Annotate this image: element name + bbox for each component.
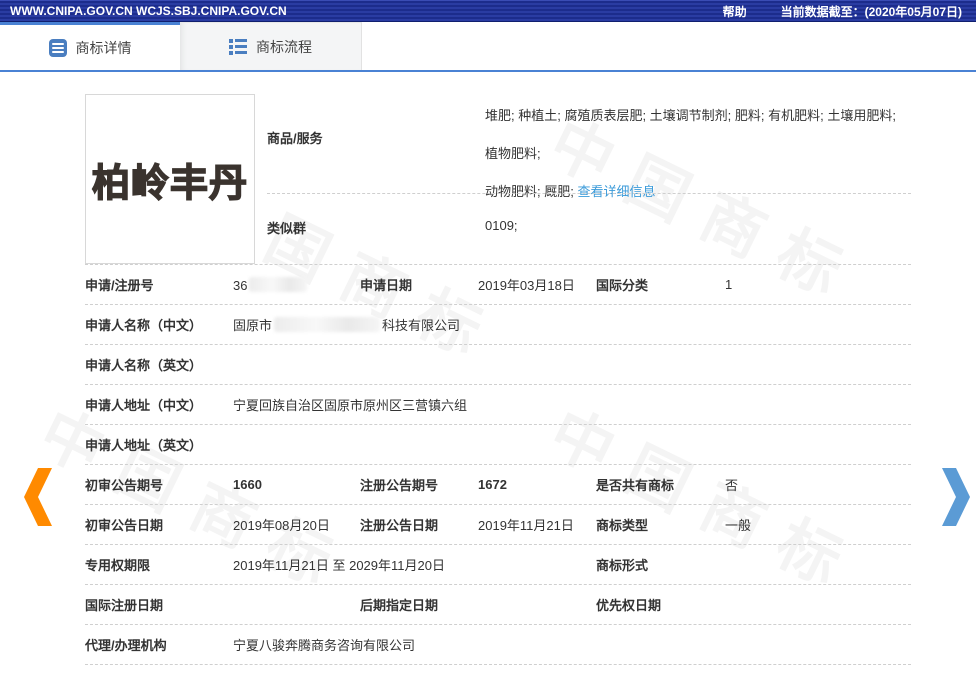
app-date-value: 2019年03月18日 bbox=[478, 278, 575, 293]
process-list-icon bbox=[229, 38, 247, 56]
table-row: 申请人名称（中文） 固原市 科技有限公司 bbox=[85, 305, 911, 345]
applicant-en-label: 申请人名称（英文） bbox=[85, 358, 203, 373]
addr-en-label: 申请人地址（英文） bbox=[85, 438, 203, 453]
applicant-cn-prefix: 固原市 bbox=[233, 318, 273, 333]
similar-group-label: 类似群 bbox=[267, 221, 307, 236]
init-gazette-date-value: 2019年08月20日 bbox=[233, 518, 330, 533]
goods-services-label: 商品/服务 bbox=[267, 131, 323, 146]
table-row: 申请人地址（英文） bbox=[85, 425, 911, 465]
applicant-cn-suffix: 科技有限公司 bbox=[382, 318, 461, 333]
reg-gazette-no-value: 1672 bbox=[478, 477, 507, 492]
detail-sheet: 柏岭丰丹 商品/服务 堆肥; 种植土; 腐殖质表层肥; 土壤调节制剂; 肥料; … bbox=[85, 72, 911, 665]
goods-services-value: 堆肥; 种植土; 腐殖质表层肥; 土壤调节制剂; 肥料; 有机肥料; 土壤用肥料… bbox=[485, 94, 911, 199]
addr-cn-label: 申请人地址（中文） bbox=[85, 398, 203, 413]
mark-type-label: 商标类型 bbox=[596, 518, 649, 533]
init-gazette-no-value: 1660 bbox=[233, 477, 262, 492]
table-row: 申请人地址（中文） 宁夏回族自治区固原市原州区三营镇六组 bbox=[85, 385, 911, 425]
next-record-arrow[interactable] bbox=[942, 468, 970, 526]
priority-date-label: 优先权日期 bbox=[596, 598, 662, 613]
intl-reg-date-label: 国际注册日期 bbox=[85, 598, 164, 613]
intl-class-label: 国际分类 bbox=[596, 278, 649, 293]
tab-bar: 商标详情 商标流程 bbox=[0, 22, 976, 72]
tab-detail-label: 商标详情 bbox=[75, 39, 132, 56]
intl-class-value: 1 bbox=[725, 277, 733, 292]
reg-gazette-date-value: 2019年11月21日 bbox=[478, 518, 574, 533]
mark-and-goods-block: 柏岭丰丹 商品/服务 堆肥; 种植土; 腐殖质表层肥; 土壤调节制剂; 肥料; … bbox=[85, 72, 911, 265]
mark-type-value: 一般 bbox=[725, 518, 752, 533]
reg-no-value: 36 bbox=[233, 276, 360, 293]
table-row: 代理/办理机构 宁夏八骏奔腾商务咨询有限公司 bbox=[85, 625, 911, 665]
applicant-cn-value: 固原市 科技有限公司 bbox=[233, 315, 911, 334]
site-url-text: WWW.CNIPA.GOV.CN WCJS.SBJ.CNIPA.GOV.CN bbox=[10, 4, 287, 18]
trademark-name-text: 柏岭丰丹 bbox=[91, 162, 248, 206]
exclusive-period-label: 专用权期限 bbox=[85, 558, 151, 573]
detail-list-icon bbox=[48, 38, 67, 57]
previous-record-arrow[interactable] bbox=[24, 468, 52, 526]
mark-form-label: 商标形式 bbox=[596, 558, 649, 573]
addr-cn-value: 宁夏回族自治区固原市原州区三营镇六组 bbox=[233, 398, 468, 413]
reg-gazette-date-label: 注册公告日期 bbox=[360, 518, 439, 533]
redacted-area bbox=[274, 317, 381, 332]
init-gazette-date-label: 初审公告日期 bbox=[85, 518, 164, 533]
reg-gazette-no-label: 注册公告期号 bbox=[360, 478, 439, 493]
agent-value: 宁夏八骏奔腾商务咨询有限公司 bbox=[233, 638, 416, 653]
redacted-area bbox=[249, 276, 308, 292]
tab-trademark-detail[interactable]: 商标详情 bbox=[0, 22, 180, 70]
table-row: 国际注册日期 后期指定日期 优先权日期 bbox=[85, 585, 911, 625]
tab-trademark-process[interactable]: 商标流程 bbox=[180, 22, 362, 70]
shared-mark-label: 是否共有商标 bbox=[596, 478, 675, 493]
table-row: 专用权期限 2019年11月21日 至 2029年11月20日 商标形式 bbox=[85, 545, 911, 585]
goods-line1: 堆肥; 种植土; 腐殖质表层肥; 土壤调节制剂; 肥料; 有机肥料; 土壤用肥料… bbox=[485, 108, 896, 161]
table-row: 申请/注册号 36 申请日期 2019年03月18日 国际分类 1 bbox=[85, 265, 911, 305]
trademark-detail-page: WWW.CNIPA.GOV.CN WCJS.SBJ.CNIPA.GOV.CN 帮… bbox=[0, 0, 976, 674]
data-cutoff-text: 当前数据截至：(2020年05月07日) bbox=[780, 4, 962, 19]
tab-process-label: 商标流程 bbox=[256, 38, 312, 55]
reg-no-label: 申请/注册号 bbox=[85, 278, 154, 293]
top-bar: WWW.CNIPA.GOV.CN WCJS.SBJ.CNIPA.GOV.CN 帮… bbox=[0, 0, 976, 22]
trademark-image: 柏岭丰丹 bbox=[85, 94, 255, 264]
agent-label: 代理/办理机构 bbox=[85, 638, 167, 653]
table-row: 初审公告日期 2019年08月20日 注册公告日期 2019年11月21日 商标… bbox=[85, 505, 911, 545]
reg-no-prefix: 36 bbox=[233, 277, 248, 293]
exclusive-period-value: 2019年11月21日 至 2029年11月20日 bbox=[233, 558, 445, 573]
table-row: 申请人名称（英文） bbox=[85, 345, 911, 385]
table-row: 初审公告期号 1660 注册公告期号 1672 是否共有商标 否 bbox=[85, 465, 911, 505]
help-link[interactable]: 帮助 bbox=[723, 3, 747, 20]
app-date-label: 申请日期 bbox=[360, 278, 413, 293]
goods-services-row: 商品/服务 堆肥; 种植土; 腐殖质表层肥; 土壤调节制剂; 肥料; 有机肥料;… bbox=[267, 94, 911, 199]
similar-group-value: 0109; bbox=[485, 218, 518, 233]
similar-group-row: 类似群 0109; bbox=[267, 194, 911, 237]
late-designation-date-label: 后期指定日期 bbox=[360, 598, 439, 613]
shared-mark-value: 否 bbox=[725, 478, 739, 493]
content-area: 中国商标 中国商标 中国商标 中国商标 柏岭丰丹 商品/服务 堆肥; 种植土; … bbox=[0, 72, 976, 672]
init-gazette-no-label: 初审公告期号 bbox=[85, 478, 164, 493]
applicant-cn-label: 申请人名称（中文） bbox=[85, 318, 203, 333]
